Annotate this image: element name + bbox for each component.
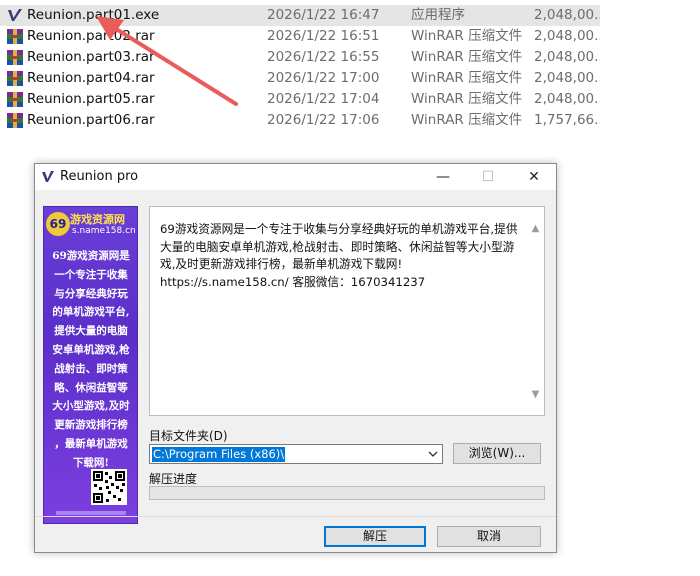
maximize-button: ☐	[481, 169, 495, 185]
scroll-up-icon[interactable]: ▲	[530, 223, 541, 234]
file-size: 2,048,00...	[534, 70, 600, 86]
cancel-button[interactable]: 取消	[437, 526, 541, 547]
ad-line: 战射击、即时策	[54, 362, 128, 375]
file-row[interactable]: Reunion.part04.rar 2026/1/22 17:00 WinRAR …	[0, 68, 600, 89]
file-name: Reunion.part05.rar	[27, 91, 155, 107]
extract-button[interactable]: 解压	[324, 526, 426, 547]
info-scrollbar[interactable]: ▲ ▼	[527, 207, 544, 415]
scroll-down-icon[interactable]: ▼	[530, 389, 541, 400]
file-row[interactable]: Reunion.part05.rar 2026/1/22 17:04 WinRAR …	[0, 89, 600, 110]
file-type: 应用程序	[411, 7, 465, 23]
ad-line: ，最新单机游戏	[54, 437, 128, 450]
file-type: WinRAR 压缩文件	[411, 28, 523, 44]
dialog-title: Reunion pro	[60, 169, 139, 184]
ad-footer-strip	[56, 511, 126, 515]
file-type: WinRAR 压缩文件	[411, 91, 523, 107]
file-size: 2,048,00...	[534, 49, 600, 65]
ad-logo-number: 69	[46, 212, 70, 236]
file-date: 2026/1/22 16:47	[267, 7, 380, 23]
file-row[interactable]: Reunion.part02.rar 2026/1/22 16:51 WinRAR …	[0, 26, 600, 47]
chevron-down-icon[interactable]	[427, 448, 439, 460]
info-textbox[interactable]: 69游戏资源网是一个专注于收集与分享经典好玩的单机游戏平台,提供大量的电脑安卓单…	[149, 206, 545, 416]
progress-label: 解压进度	[149, 472, 198, 486]
file-row[interactable]: Reunion.part01.exe 2026/1/22 16:47 应用程序 2,0…	[0, 5, 600, 26]
qr-code-icon	[91, 469, 127, 505]
ad-line: 安卓单机游戏,枪	[52, 343, 130, 356]
ad-logo: 69 游戏资源网 s.name158.cn	[46, 211, 136, 241]
divider	[35, 516, 556, 517]
winrar-sfx-icon	[42, 171, 54, 182]
winrar-icon	[7, 113, 23, 128]
dest-folder-label: 目标文件夹(D)	[149, 429, 228, 443]
ad-line: 一个专注于收集	[54, 268, 128, 281]
ad-description: 69游戏资源网是 一个专注于收集 与分享经典好玩 的单机游戏平台, 提供大量的电脑 安卓单…	[48, 247, 134, 473]
dest-folder-combobox[interactable]: C:\Program Files (x86)\	[149, 444, 443, 464]
ad-line: 更新游戏排行榜	[54, 419, 128, 432]
app-exe-icon	[7, 8, 23, 23]
file-row[interactable]: Reunion.part03.rar 2026/1/22 16:55 WinRAR …	[0, 47, 600, 68]
file-row[interactable]: Reunion.part06.rar 2026/1/22 17:06 WinRAR …	[0, 110, 600, 131]
extract-progress-bar	[149, 486, 545, 500]
ad-domain: s.name158.cn	[72, 226, 136, 236]
ad-brand: 游戏资源网	[70, 213, 125, 226]
close-button[interactable]: ✕	[511, 164, 557, 190]
minimize-button[interactable]: —	[420, 164, 466, 190]
ad-line: 提供大量的电脑	[54, 325, 128, 338]
browse-button[interactable]: 浏览(W)...	[453, 443, 541, 464]
ad-line: 大小型游戏,及时	[52, 400, 130, 413]
file-date: 2026/1/22 17:04	[267, 91, 380, 107]
winrar-icon	[7, 71, 23, 86]
winrar-icon	[7, 29, 23, 44]
ad-line: 略、休闲益智等	[54, 381, 128, 394]
file-name: Reunion.part02.rar	[27, 28, 155, 44]
info-text: 69游戏资源网是一个专注于收集与分享经典好玩的单机游戏平台,提供大量的电脑安卓单…	[160, 222, 518, 289]
dialog-titlebar[interactable]: Reunion pro — ☐ ✕	[35, 164, 556, 190]
file-size: 1,757,66...	[534, 112, 600, 128]
ad-line: 的单机游戏平台,	[52, 306, 130, 319]
file-size: 2,048,00...	[534, 7, 600, 23]
file-size: 2,048,00...	[534, 28, 600, 44]
file-date: 2026/1/22 17:00	[267, 70, 380, 86]
dest-folder-value[interactable]: C:\Program Files (x86)\	[152, 447, 286, 462]
file-name: Reunion.part01.exe	[27, 7, 160, 23]
ad-line: 与分享经典好玩	[54, 287, 128, 300]
file-date: 2026/1/22 16:55	[267, 49, 380, 65]
file-date: 2026/1/22 16:51	[267, 28, 380, 44]
file-size: 2,048,00...	[534, 91, 600, 107]
winrar-icon	[7, 50, 23, 65]
file-type: WinRAR 压缩文件	[411, 70, 523, 86]
installer-dialog: Reunion pro — ☐ ✕ 69 游戏资源网 s.name158.cn …	[34, 163, 557, 553]
file-name: Reunion.part06.rar	[27, 112, 155, 128]
file-name: Reunion.part03.rar	[27, 49, 155, 65]
ad-banner[interactable]: 69 游戏资源网 s.name158.cn 69游戏资源网是 一个专注于收集 与分享…	[43, 206, 138, 524]
ad-line: 69游戏资源网是	[52, 250, 130, 262]
winrar-icon	[7, 92, 23, 107]
file-date: 2026/1/22 17:06	[267, 112, 380, 128]
file-name: Reunion.part04.rar	[27, 70, 155, 86]
file-type: WinRAR 压缩文件	[411, 112, 523, 128]
file-type: WinRAR 压缩文件	[411, 49, 523, 65]
